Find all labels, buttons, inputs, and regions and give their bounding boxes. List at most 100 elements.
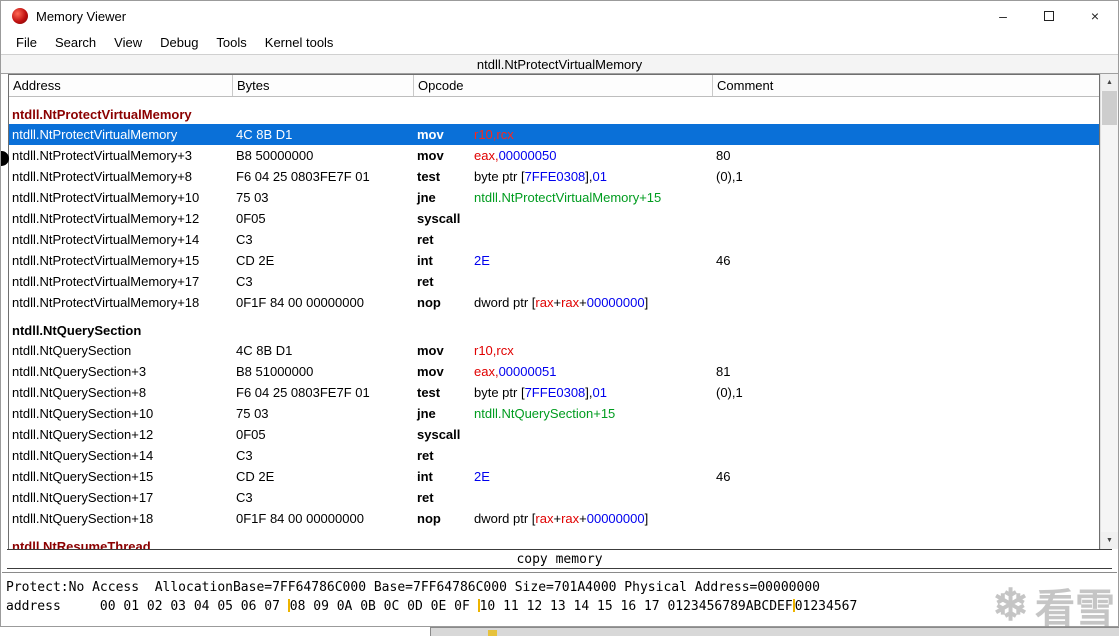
mnemonic-cell: test — [414, 382, 471, 403]
disasm-row[interactable]: ntdll.NtQuerySection+3 B8 51000000 mov eax,… — [9, 361, 1099, 382]
disassembly-table: Address Bytes Opcode Comment ntdll.NtPro… — [8, 74, 1100, 549]
bytes-cell: 0F1F 84 00 00000000 — [236, 295, 364, 310]
comment-cell: 46 — [716, 253, 731, 268]
column-header-address[interactable]: Address — [9, 75, 233, 96]
scroll-down-icon[interactable]: ▼ — [1101, 532, 1118, 549]
comment-cell — [713, 403, 1099, 424]
operand-segment: rax — [535, 511, 554, 526]
hex-header-segment: 08 09 0A 0B 0C 0D 0E 0F — [289, 599, 478, 614]
disasm-row[interactable]: ntdll.NtProtectVirtualMemory+18 0F1F 84 0… — [9, 292, 1099, 313]
disasm-row[interactable]: ntdll.NtQuerySection+18 0F1F 84 00 000000… — [9, 508, 1099, 529]
operands-cell: dword ptr [rax+rax+00000000] — [471, 508, 713, 529]
scroll-up-icon[interactable]: ▲ — [1101, 74, 1118, 91]
operands-cell: 2E — [471, 250, 713, 271]
operands-cell: ntdll.NtProtectVirtualMemory+15 — [471, 187, 713, 208]
bytes-cell: 0F05 — [236, 211, 266, 226]
window-title: Memory Viewer — [36, 8, 127, 24]
disasm-row[interactable]: ntdll.NtQuerySection+15 CD 2E ▶int2E 46 — [9, 466, 1099, 487]
mnemonic-cell: syscall — [414, 208, 471, 229]
menu-tools[interactable]: Tools — [207, 33, 255, 52]
hex-view[interactable]: Protect:No Access AllocationBase=7FF6478… — [2, 572, 1117, 626]
addr-cell: ntdll.NtProtectVirtualMemory+3 — [12, 148, 193, 163]
operand-segment: ], — [585, 169, 593, 184]
disasm-row[interactable]: ntdll.NtQuerySection 4C 8B D1 mov r10,rcx — [9, 340, 1099, 361]
minimize-button[interactable]: – — [980, 1, 1026, 31]
operand-segment: 00000050 — [498, 148, 557, 163]
operands-cell: dword ptr [rax+rax+00000000] — [471, 292, 713, 313]
addr-cell: ntdll.NtProtectVirtualMemory+12 — [12, 211, 200, 226]
disasm-row[interactable]: ntdll.NtQuerySection+14 C3 ret — [9, 445, 1099, 466]
mnemonic-text: mov — [417, 148, 444, 163]
operand-segment: eax, — [474, 364, 499, 379]
column-header-comment[interactable]: Comment — [713, 75, 1099, 96]
addr-cell: ntdll.NtQuerySection+14 — [12, 448, 154, 463]
mnemonic-cell: ret — [414, 445, 471, 466]
mnemonic-cell: nop — [414, 292, 471, 313]
comment-cell — [713, 292, 1099, 313]
disasm-row[interactable]: ntdll.NtProtectVirtualMemory+15 CD 2E ▶int… — [9, 250, 1099, 271]
bytes-cell: C3 — [236, 274, 253, 289]
operand-segment: dword ptr [ — [474, 295, 536, 310]
comment-cell: (0),1 — [716, 169, 743, 184]
disasm-row[interactable]: ntdll.NtQuerySection+8 F6 04 25 0803FE7F … — [9, 382, 1099, 403]
bytes-cell: F6 04 25 0803FE7F 01 — [236, 169, 370, 184]
operand-segment: ], — [585, 385, 593, 400]
operand-segment: 2E — [474, 253, 490, 268]
copy-memory-button[interactable]: copy memory — [7, 549, 1112, 569]
mnemonic-cell: ret — [414, 271, 471, 292]
mnemonic-text: nop — [417, 295, 441, 310]
vertical-scrollbar[interactable]: ▲ ▼ — [1100, 74, 1118, 549]
title-bar: Memory Viewer – × — [1, 1, 1118, 31]
disasm-row[interactable]: ntdll.NtQuerySection+17 C3 ret — [9, 487, 1099, 508]
bytes-cell: B8 50000000 — [236, 148, 314, 163]
scrollbar-thumb[interactable] — [1102, 91, 1117, 125]
comment-cell — [713, 340, 1099, 361]
operand-segment: ntdll.NtProtectVirtualMemory+15 — [474, 190, 662, 205]
menu-file[interactable]: File — [7, 33, 46, 52]
memory-viewer-window: Memory Viewer – × File Search View Debug Too… — [0, 0, 1119, 627]
addr-cell: ntdll.NtQuerySection+18 — [12, 511, 154, 526]
operands-cell: ntdll.NtQuerySection+15 — [471, 403, 713, 424]
close-button[interactable]: × — [1072, 1, 1118, 31]
disasm-row[interactable]: ntdll.NtProtectVirtualMemory+14 C3 ret — [9, 229, 1099, 250]
operand-segment: r10,rcx — [474, 127, 514, 142]
bytes-cell: 75 03 — [236, 190, 269, 205]
mnemonic-cell: mov — [414, 361, 471, 382]
addr-cell: ntdll.NtProtectVirtualMemory+14 — [12, 232, 200, 247]
comment-cell: 81 — [716, 364, 731, 379]
disasm-row[interactable]: ntdll.NtProtectVirtualMemory+10 75 03 jne n… — [9, 187, 1099, 208]
operands-cell: eax,00000050 — [471, 145, 713, 166]
mnemonic-cell: jne — [414, 403, 471, 424]
disasm-row[interactable]: ntdll.NtProtectVirtualMemory+8 F6 04 25 0… — [9, 166, 1099, 187]
section-header-row[interactable]: ntdll.NtProtectVirtualMemory — [9, 97, 1099, 124]
menu-search[interactable]: Search — [46, 33, 105, 52]
column-header-bytes[interactable]: Bytes — [233, 75, 414, 96]
disasm-row[interactable]: ntdll.NtQuerySection+10 75 03 jne ntdll.NtQ… — [9, 403, 1099, 424]
operand-segment: + — [553, 295, 562, 310]
operand-segment: ntdll.NtQuerySection+15 — [474, 406, 616, 421]
menu-debug[interactable]: Debug — [151, 33, 207, 52]
hex-header-segment: 10 11 12 13 14 15 16 17 0123456789ABCDEF — [479, 599, 793, 614]
disasm-row[interactable]: ntdll.NtProtectVirtualMemory+17 C3 ret — [9, 271, 1099, 292]
bytes-cell: CD 2E — [236, 253, 275, 268]
maximize-icon — [1044, 11, 1054, 21]
disasm-row[interactable]: ntdll.NtProtectVirtualMemory 4C 8B D1 mov r… — [9, 124, 1099, 145]
maximize-button[interactable] — [1026, 1, 1072, 31]
menu-kernel-tools[interactable]: Kernel tools — [256, 33, 343, 52]
section-header-row[interactable]: ntdll.NtResumeThread — [9, 529, 1099, 549]
menu-view[interactable]: View — [105, 33, 151, 52]
mnemonic-text: int — [417, 469, 433, 484]
disasm-row[interactable]: ntdll.NtProtectVirtualMemory+3 B8 5000000… — [9, 145, 1099, 166]
disasm-row[interactable]: ntdll.NtProtectVirtualMemory+12 0F05 sysca… — [9, 208, 1099, 229]
column-header-opcode[interactable]: Opcode — [414, 75, 713, 96]
addr-cell: ntdll.NtQuerySection+3 — [12, 364, 147, 379]
background-window-accent — [488, 630, 497, 636]
hex-header-segment: 01234567 — [794, 599, 858, 614]
operand-segment: r10,rcx — [474, 343, 514, 358]
operand-segment: 01 — [592, 169, 607, 184]
mnemonic-text: nop — [417, 511, 441, 526]
background-window-edge — [430, 627, 1119, 636]
section-header-row[interactable]: ntdll.NtQuerySection — [9, 313, 1099, 340]
disasm-row[interactable]: ntdll.NtQuerySection+12 0F05 syscall — [9, 424, 1099, 445]
operand-segment: 7FFE0308 — [524, 385, 586, 400]
